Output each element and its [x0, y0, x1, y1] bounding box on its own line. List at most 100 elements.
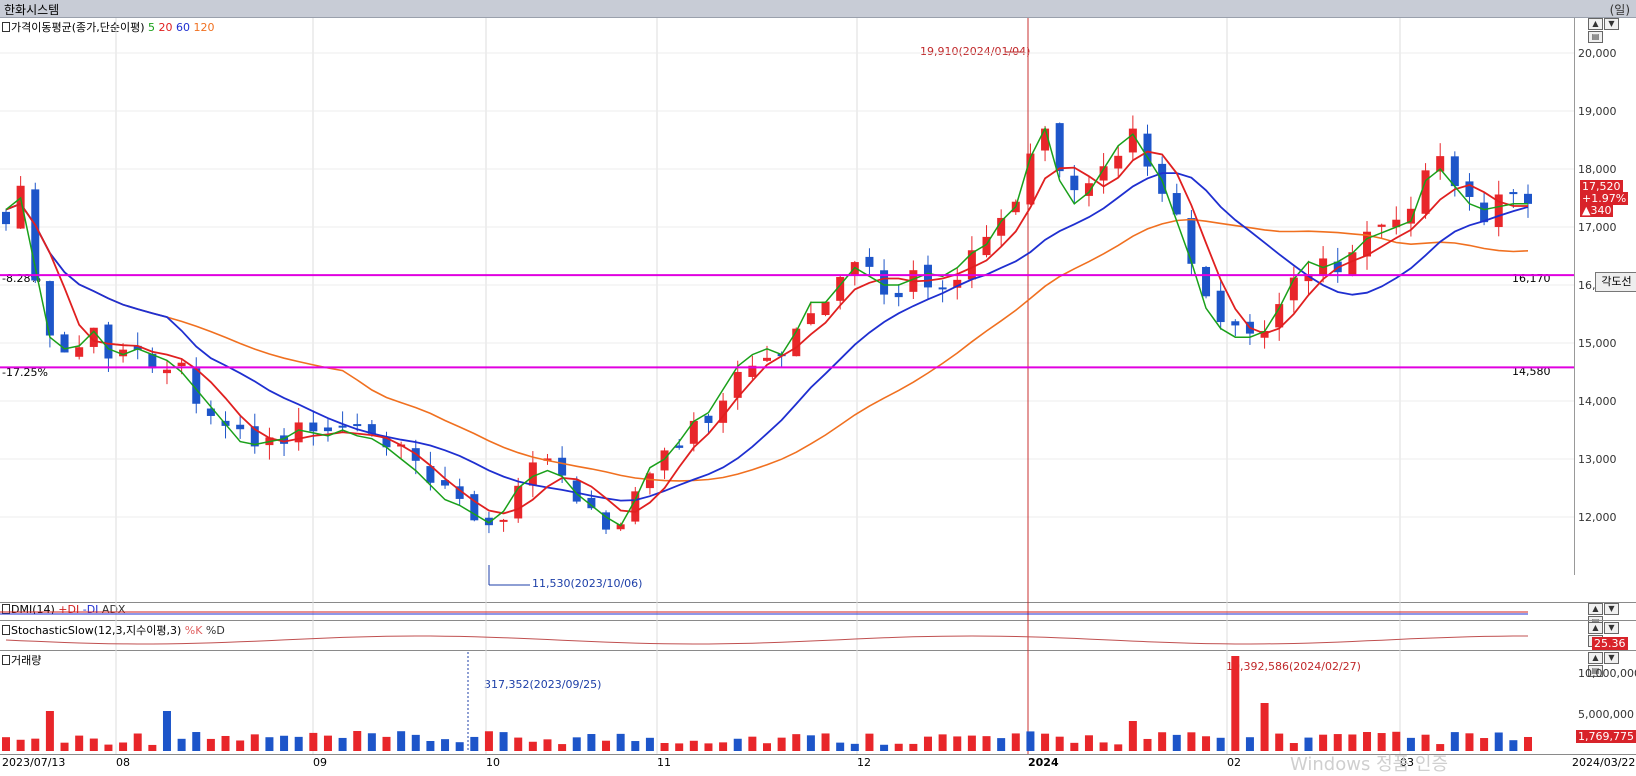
volume-bar	[192, 732, 201, 751]
volume-bar	[572, 737, 581, 751]
volume-bar	[923, 736, 932, 751]
candle-body	[704, 415, 713, 423]
volume-bar	[499, 732, 508, 751]
stoch-value-tag: 25.36	[1592, 637, 1628, 650]
scale-up-button[interactable]: ▲	[1588, 603, 1603, 615]
y-tick: 17,000	[1578, 221, 1617, 234]
volume-bar	[353, 731, 362, 751]
volume-bar	[455, 742, 464, 751]
volume-bar	[411, 734, 420, 751]
volume-bar	[323, 735, 332, 751]
y-tick: 15,000	[1578, 337, 1617, 350]
volume-bar	[792, 734, 801, 751]
candle-body	[514, 485, 523, 519]
stoch-k-line	[5, 635, 1528, 645]
candle-body	[763, 357, 771, 361]
candle-body	[1216, 290, 1225, 323]
volume-bar	[441, 739, 450, 751]
volume-bar	[236, 740, 245, 751]
volume-bar	[1187, 732, 1196, 751]
volume-bar	[719, 742, 728, 751]
volume-bar	[1260, 703, 1269, 751]
price-axis	[1574, 18, 1636, 575]
volume-bar	[1158, 732, 1167, 751]
candle-body	[1128, 128, 1137, 153]
candle-body	[865, 256, 874, 267]
volume-bar	[426, 741, 435, 751]
volume-bar	[997, 738, 1006, 751]
candle-body	[236, 424, 245, 430]
volume-bar	[104, 744, 113, 751]
volume-bar	[1026, 731, 1035, 751]
volume-bar	[821, 733, 830, 751]
volume-bar	[894, 743, 903, 751]
scale-down-button[interactable]: ▼	[1604, 603, 1619, 615]
volume-bar	[1319, 734, 1328, 751]
volume-bar	[1011, 733, 1020, 751]
volume-bar	[675, 743, 684, 751]
period-unit: (일)	[1609, 3, 1630, 17]
volume-bar	[602, 740, 611, 751]
volume-bar	[689, 740, 698, 751]
scale-up-button[interactable]: ▲	[1588, 18, 1603, 30]
y-tick: 18,000	[1578, 163, 1617, 176]
y-tick: 20,000	[1578, 47, 1617, 60]
volume-bar	[484, 731, 493, 751]
scale-up-button[interactable]: ▲	[1588, 652, 1603, 664]
volume-bar	[338, 737, 347, 751]
scale-down-button[interactable]: ▼	[1604, 622, 1619, 634]
volume-bar	[1289, 743, 1298, 751]
pane-menu-button[interactable]: ▤	[1588, 31, 1603, 43]
candle-body	[806, 313, 815, 325]
candle-body	[1231, 321, 1240, 326]
candle-body	[631, 491, 640, 522]
volume-bar	[309, 732, 318, 751]
candle-body	[1289, 277, 1298, 301]
stoch-pane-controls: ▲▼▤	[1588, 622, 1634, 647]
candle-body	[558, 457, 567, 476]
x-label: 2024/03/22	[1572, 756, 1636, 769]
candle-body	[1114, 155, 1123, 169]
scale-up-button[interactable]: ▲	[1588, 622, 1603, 634]
volume-bar	[1055, 736, 1064, 751]
volume-bar	[558, 744, 567, 751]
volume-bar	[397, 731, 406, 751]
volume-bar	[133, 733, 142, 751]
volume-bar	[1231, 656, 1240, 751]
volume-bar	[1494, 732, 1503, 751]
candle-body	[1187, 218, 1196, 264]
volume-bar	[616, 733, 625, 751]
volume-bar	[1128, 721, 1137, 751]
change-tag: ▲340	[1580, 204, 1614, 217]
volume-bar	[1304, 737, 1313, 751]
candle-body	[499, 519, 508, 522]
price-pane-controls: ▲ ▼▤	[1588, 18, 1634, 43]
volume-bar	[1245, 737, 1254, 751]
volume-bar	[177, 738, 186, 751]
volume-bar	[367, 733, 376, 751]
volume-bar	[953, 736, 962, 751]
volume-bar	[89, 738, 98, 751]
volume-bar	[1450, 732, 1459, 751]
candle-body	[1070, 175, 1079, 191]
candle-body	[162, 369, 171, 374]
volume-bar	[31, 738, 40, 751]
chart-canvas[interactable]	[0, 0, 1574, 771]
candle-body	[1202, 266, 1211, 297]
scale-down-button[interactable]: ▼	[1604, 652, 1619, 664]
ma5-line	[5, 126, 1528, 527]
y-tick: 13,000	[1578, 453, 1617, 466]
volume-bar	[733, 738, 742, 751]
volume-bar	[1114, 744, 1123, 751]
scale-down-button[interactable]: ▼	[1604, 18, 1619, 30]
volume-bar	[1480, 738, 1489, 751]
volume-bar	[587, 734, 596, 751]
volume-bar	[119, 742, 128, 751]
volume-bar	[1070, 742, 1079, 751]
candle-body	[1450, 156, 1459, 187]
volume-bar	[206, 738, 215, 751]
volume-bar	[880, 744, 889, 751]
angle-line-button[interactable]: 각도선	[1595, 272, 1636, 292]
volume-bar	[1275, 733, 1284, 751]
volume-bar	[1421, 734, 1430, 751]
